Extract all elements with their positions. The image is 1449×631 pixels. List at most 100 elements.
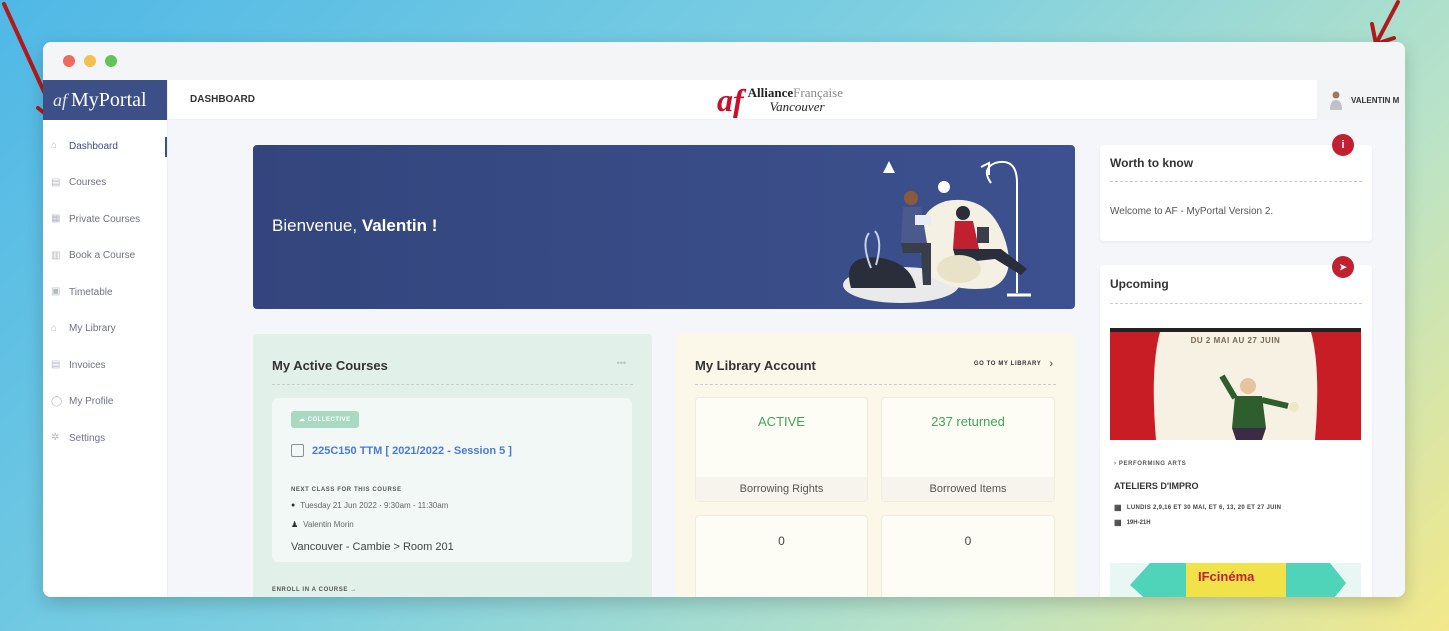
library-stat-box-4: 0 bbox=[881, 515, 1055, 597]
af-logo-mark: af bbox=[717, 82, 744, 118]
dashboard-content: Bienvenue, Valentin ! My Active Courses … bbox=[168, 120, 1405, 597]
event-dates: ▦ LUNDIS 2,9,16 ET 30 MAI, ET 6, 13, 20 … bbox=[1114, 503, 1282, 512]
next-event-image[interactable]: IFcinéma bbox=[1110, 563, 1361, 597]
course-link[interactable]: 225C150 TTM [ 2021/2022 - Session 5 ] bbox=[291, 444, 512, 457]
event-title[interactable]: ATELIERS D'IMPRO bbox=[1114, 481, 1198, 491]
courses-icon: ▤ bbox=[51, 176, 61, 188]
borrowing-status: ACTIVE bbox=[758, 414, 805, 429]
divider bbox=[272, 384, 633, 385]
sidebar-item-label: Courses bbox=[69, 177, 107, 189]
alliance-francaise-logo[interactable]: af AllianceFrançaise Vancouver bbox=[717, 84, 843, 116]
calendar-icon bbox=[291, 444, 304, 457]
sidebar-item-courses[interactable]: ▤ Courses bbox=[43, 165, 167, 202]
upcoming-card: Upcoming DU 2 MAI AU 27 JUIN › PERFORMIN… bbox=[1100, 265, 1372, 597]
returned-count: 237 returned bbox=[931, 414, 1005, 429]
timetable-icon: ▣ bbox=[51, 286, 61, 298]
library-stat-box-3: 0 bbox=[695, 515, 868, 597]
sidebar-item-label: Dashboard bbox=[69, 140, 118, 152]
active-courses-card: My Active Courses ••• ☁ COLLECTIVE 225C1… bbox=[253, 334, 652, 597]
sidebar-item-library[interactable]: ⌂ My Library bbox=[43, 311, 167, 348]
upcoming-title: Upcoming bbox=[1110, 277, 1169, 291]
top-bar: DASHBOARD af AllianceFrançaise Vancouver… bbox=[168, 80, 1405, 120]
course-name: 225C150 TTM [ 2021/2022 - Session 5 ] bbox=[312, 444, 512, 457]
home-icon: ⌂ bbox=[51, 140, 58, 152]
browser-window: af MyPortal ⌂ Dashboard ▤ Courses ▦ Priv… bbox=[43, 42, 1405, 597]
sidebar-item-profile[interactable]: ◯ My Profile bbox=[43, 384, 167, 421]
maximize-window-button[interactable] bbox=[105, 55, 117, 67]
brand-mark: af bbox=[53, 89, 68, 110]
info-icon: i bbox=[1332, 134, 1354, 156]
library-title: My Library Account bbox=[695, 358, 816, 373]
invoice-icon: ▤ bbox=[51, 359, 61, 371]
enroll-link[interactable]: ENROLL IN A COURSE → bbox=[272, 587, 357, 593]
sidebar-item-label: My Library bbox=[69, 323, 116, 335]
breadcrumb: DASHBOARD bbox=[190, 94, 255, 105]
borrowed-items-box: 237 returned Borrowed Items bbox=[881, 397, 1055, 502]
teacher: ♟ Valentin Morin bbox=[291, 520, 354, 529]
worth-title: Worth to know bbox=[1110, 156, 1194, 170]
sidebar-item-dashboard[interactable]: ⌂ Dashboard bbox=[43, 128, 167, 165]
sidebar-item-label: Book a Course bbox=[69, 250, 136, 262]
calendar-icon: ▦ bbox=[1114, 518, 1122, 527]
next-class-label: NEXT CLASS FOR THIS COURSE bbox=[291, 487, 402, 493]
divider bbox=[695, 384, 1056, 385]
book-course-icon: ▥ bbox=[51, 249, 61, 261]
minimize-window-button[interactable] bbox=[84, 55, 96, 67]
sidebar-item-timetable[interactable]: ▣ Timetable bbox=[43, 274, 167, 311]
chevron-right-icon: › bbox=[1049, 358, 1053, 370]
clock-icon: ● bbox=[291, 502, 296, 509]
event-date-range: DU 2 MAI AU 27 JUIN bbox=[1190, 336, 1281, 345]
divider bbox=[1110, 181, 1362, 182]
portal-app: af MyPortal ⌂ Dashboard ▤ Courses ▦ Priv… bbox=[43, 80, 1405, 597]
send-icon: ➤ bbox=[1332, 256, 1354, 278]
avatar bbox=[1330, 91, 1342, 110]
gear-icon: ✲ bbox=[51, 432, 60, 444]
logo-francaise: Française bbox=[793, 85, 843, 100]
window-titlebar bbox=[43, 42, 1405, 80]
close-window-button[interactable] bbox=[63, 55, 75, 67]
library-icon: ⌂ bbox=[51, 322, 58, 334]
borrowing-rights-label: Borrowing Rights bbox=[696, 477, 867, 501]
user-name: VALENTIN M bbox=[1351, 95, 1400, 105]
next-class-time: ● Tuesday 21 Jun 2022 · 9:30am - 11:30am bbox=[291, 501, 449, 510]
cinema-logo: IFcinéma bbox=[1198, 569, 1255, 584]
brand-name: MyPortal bbox=[71, 88, 147, 111]
portal-logo[interactable]: af MyPortal bbox=[43, 80, 167, 120]
library-account-card: My Library Account GO TO MY LIBRARY › AC… bbox=[676, 334, 1075, 597]
sidebar-item-private-courses[interactable]: ▦ Private Courses bbox=[43, 201, 167, 238]
profile-icon: ◯ bbox=[51, 395, 63, 407]
private-courses-icon: ▦ bbox=[51, 213, 61, 225]
user-menu[interactable]: VALENTIN M bbox=[1317, 80, 1405, 120]
borrowing-rights-box: ACTIVE Borrowing Rights bbox=[695, 397, 868, 502]
event-image[interactable]: DU 2 MAI AU 27 JUIN bbox=[1110, 328, 1361, 440]
library-stat-value: 0 bbox=[964, 534, 972, 548]
sidebar-item-invoices[interactable]: ▤ Invoices bbox=[43, 347, 167, 384]
card-menu-icon[interactable]: ••• bbox=[617, 358, 626, 368]
greeting-user: Valentin ! bbox=[361, 216, 438, 235]
course-item: ☁ COLLECTIVE 225C150 TTM [ 2021/2022 - S… bbox=[272, 398, 632, 562]
reading-illustration bbox=[843, 161, 1031, 303]
sidebar-item-label: Invoices bbox=[69, 359, 106, 371]
sidebar: af MyPortal ⌂ Dashboard ▤ Courses ▦ Priv… bbox=[43, 80, 168, 597]
welcome-text: Bienvenue, Valentin ! bbox=[272, 216, 437, 236]
greeting: Bienvenue, bbox=[272, 216, 358, 235]
divider bbox=[1110, 303, 1362, 304]
sidebar-item-book-course[interactable]: ▥ Book a Course bbox=[43, 238, 167, 275]
sidebar-item-label: My Profile bbox=[69, 396, 114, 408]
sidebar-item-label: Private Courses bbox=[69, 213, 141, 225]
logo-city: Vancouver bbox=[769, 99, 825, 114]
person-icon: ♟ bbox=[291, 520, 299, 529]
logo-alliance: Alliance bbox=[747, 85, 794, 100]
course-location: Vancouver - Cambie > Room 201 bbox=[291, 541, 454, 553]
welcome-banner: Bienvenue, Valentin ! bbox=[253, 145, 1075, 309]
go-to-library-link[interactable]: GO TO MY LIBRARY › bbox=[974, 358, 1053, 370]
active-courses-title: My Active Courses bbox=[272, 358, 388, 373]
event-category: › PERFORMING ARTS bbox=[1114, 461, 1187, 467]
sidebar-item-settings[interactable]: ✲ Settings bbox=[43, 420, 167, 457]
main-area: DASHBOARD af AllianceFrançaise Vancouver… bbox=[168, 80, 1405, 597]
library-stat-value: 0 bbox=[778, 534, 785, 548]
sidebar-item-label: Timetable bbox=[69, 286, 113, 298]
sidebar-item-label: Settings bbox=[69, 432, 106, 444]
calendar-icon: ▦ bbox=[1114, 503, 1122, 512]
borrowed-items-label: Borrowed Items bbox=[882, 477, 1054, 501]
